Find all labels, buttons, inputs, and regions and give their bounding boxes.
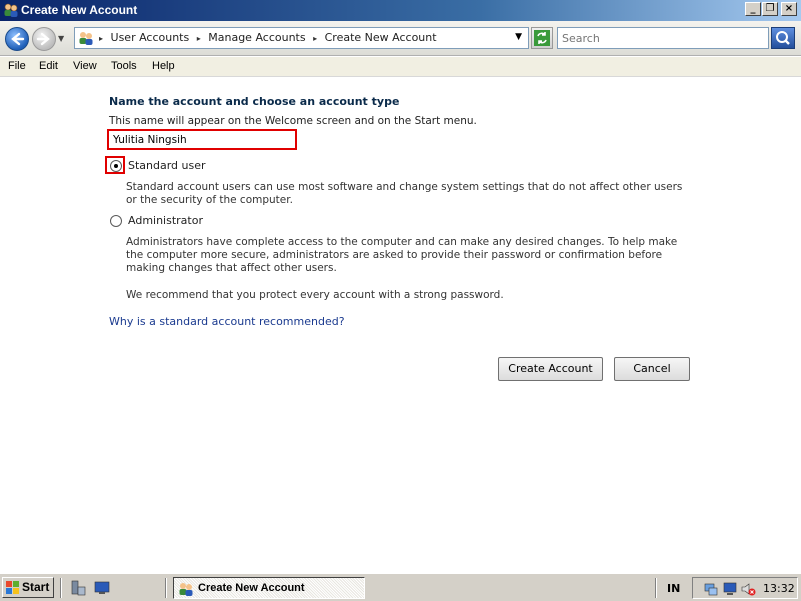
address-toolbar: ▼ ▸ User Accounts ▸ Manage Accounts ▸ Cr… bbox=[0, 21, 801, 56]
taskbar-divider bbox=[60, 578, 62, 598]
standard-user-label[interactable]: Standard user bbox=[128, 159, 206, 172]
standard-account-help-link[interactable]: Why is a standard account recommended? bbox=[109, 315, 345, 328]
refresh-button[interactable] bbox=[531, 27, 553, 49]
crumb-create-new-account[interactable]: Create New Account bbox=[325, 31, 437, 44]
forward-arrow-icon bbox=[36, 32, 50, 46]
create-account-button[interactable]: Create Account bbox=[498, 357, 603, 381]
crumb-manage-accounts[interactable]: Manage Accounts bbox=[208, 31, 305, 44]
start-label: Start bbox=[22, 580, 50, 594]
system-tray: 13:32 bbox=[692, 577, 798, 599]
refresh-icon bbox=[534, 30, 550, 46]
language-indicator[interactable]: IN bbox=[667, 582, 680, 595]
users-icon bbox=[4, 3, 18, 17]
back-arrow-icon bbox=[11, 32, 25, 46]
restore-button[interactable]: ❐ bbox=[762, 2, 778, 16]
address-dropdown-icon[interactable]: ▼ bbox=[515, 32, 522, 42]
menu-help[interactable]: Help bbox=[152, 60, 175, 72]
taskbar: Start Create New Account IN 13:32 bbox=[0, 573, 801, 601]
breadcrumb[interactable]: ▸ User Accounts ▸ Manage Accounts ▸ Crea… bbox=[74, 27, 529, 49]
account-name-highlight bbox=[107, 129, 297, 150]
taskbar-divider bbox=[655, 578, 657, 598]
clock[interactable]: 13:32 bbox=[763, 582, 795, 595]
close-button[interactable]: × bbox=[781, 2, 797, 16]
menu-tools[interactable]: Tools bbox=[111, 60, 137, 72]
name-instructions: This name will appear on the Welcome scr… bbox=[109, 115, 477, 127]
standard-user-description: Standard account users can use most soft… bbox=[126, 181, 683, 206]
window-title: Create New Account bbox=[21, 3, 138, 17]
forward-button[interactable] bbox=[32, 27, 56, 51]
administrator-radio[interactable] bbox=[110, 215, 122, 227]
administrator-label[interactable]: Administrator bbox=[128, 214, 203, 227]
menu-view[interactable]: View bbox=[73, 60, 97, 72]
users-icon bbox=[179, 583, 193, 596]
menu-file[interactable]: File bbox=[8, 60, 26, 72]
minimize-button[interactable]: _ bbox=[745, 2, 761, 16]
page-title: Name the account and choose an account t… bbox=[109, 95, 400, 108]
server-manager-icon[interactable] bbox=[70, 580, 86, 596]
taskbar-window-label: Create New Account bbox=[198, 582, 305, 594]
computer-icon[interactable] bbox=[722, 581, 738, 597]
crumb-arrow-icon: ▸ bbox=[99, 34, 104, 43]
users-icon bbox=[79, 32, 93, 45]
standard-user-radio[interactable] bbox=[110, 160, 122, 172]
start-button[interactable]: Start bbox=[2, 577, 54, 598]
show-desktop-icon[interactable] bbox=[94, 580, 110, 596]
network-icon[interactable] bbox=[703, 581, 719, 597]
password-recommendation: We recommend that you protect every acco… bbox=[126, 289, 504, 301]
search-button[interactable] bbox=[771, 27, 795, 49]
crumb-arrow-icon: ▸ bbox=[313, 34, 318, 43]
crumb-user-accounts[interactable]: User Accounts bbox=[111, 31, 190, 44]
back-button[interactable] bbox=[5, 27, 29, 51]
search-icon bbox=[776, 31, 790, 45]
administrator-description: Administrators have complete access to t… bbox=[126, 236, 678, 274]
cancel-button[interactable]: Cancel bbox=[614, 357, 690, 381]
menu-edit[interactable]: Edit bbox=[39, 60, 58, 72]
taskbar-divider bbox=[165, 578, 167, 598]
crumb-arrow-icon: ▸ bbox=[196, 34, 201, 43]
menu-bar: File Edit View Tools Help bbox=[0, 57, 801, 77]
taskbar-window-button[interactable]: Create New Account bbox=[173, 577, 365, 599]
main-content: Name the account and choose an account t… bbox=[0, 78, 801, 573]
recent-pages-chevron-icon[interactable]: ▼ bbox=[58, 34, 64, 43]
title-bar: Create New Account _ ❐ × bbox=[0, 0, 801, 21]
account-name-input[interactable] bbox=[111, 132, 293, 147]
volume-muted-icon[interactable] bbox=[740, 581, 756, 597]
search-input[interactable] bbox=[557, 27, 769, 49]
windows-logo-icon bbox=[6, 581, 19, 594]
